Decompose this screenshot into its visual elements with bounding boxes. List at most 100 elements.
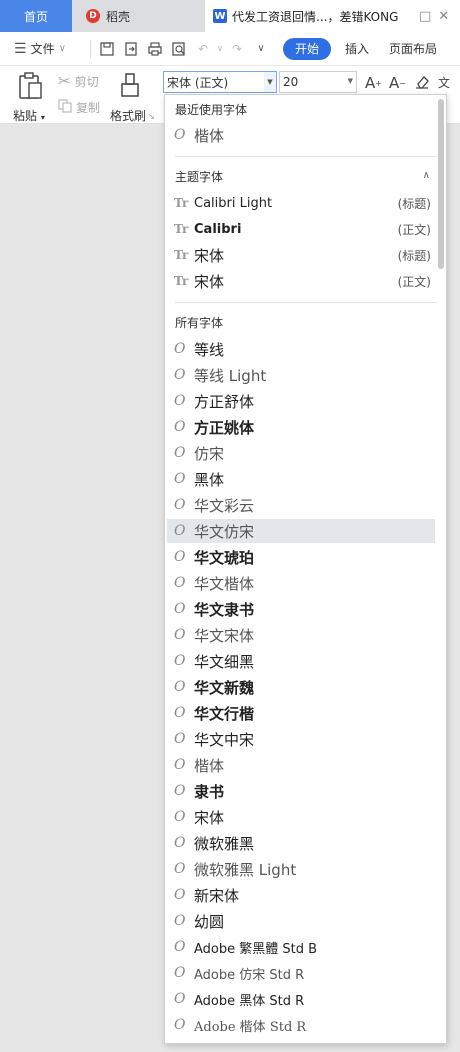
- font-item-label: Adobe 楷体 Std R: [194, 1019, 307, 1035]
- font-item[interactable]: O 微软雅黑: [167, 831, 435, 855]
- tab-docer[interactable]: D 稻壳: [72, 0, 200, 32]
- font-item-label: 新宋体: [194, 886, 240, 905]
- font-item[interactable]: O 楷体: [167, 123, 435, 147]
- font-item[interactable]: O Adobe 黑体 Std R: [167, 987, 435, 1011]
- scrollbar[interactable]: [438, 99, 444, 269]
- phonetic-guide-icon[interactable]: 文: [438, 74, 450, 91]
- font-item[interactable]: O 黑体: [167, 467, 435, 491]
- font-item-label: 华文行楷: [194, 704, 255, 723]
- opentype-icon: O: [174, 393, 186, 409]
- opentype-icon: O: [174, 887, 186, 903]
- theme-font-role: (标题): [397, 248, 431, 263]
- quick-toolbar: ☰ 文件 ∨ ↶ ∨ ↷ ∨ 开始 插入 页面布局: [0, 32, 460, 66]
- font-item[interactable]: O 华文宋体: [167, 623, 435, 647]
- theme-font-role: (标题): [397, 196, 431, 211]
- font-item[interactable]: O Adobe 楷体 Std R: [167, 1013, 435, 1037]
- opentype-icon: O: [174, 757, 186, 773]
- opentype-icon: O: [174, 939, 186, 955]
- font-name-combo[interactable]: 宋体 (正文) ▼: [163, 71, 277, 93]
- font-item[interactable]: O 华文中宋: [167, 727, 435, 751]
- font-item[interactable]: O 微软雅黑 Light: [167, 857, 435, 881]
- font-item[interactable]: O 新宋体: [167, 883, 435, 907]
- tab-document-title: 代发工资退回情...，差错KONG: [232, 9, 399, 24]
- chevron-down-icon[interactable]: ▼: [264, 72, 276, 92]
- theme-font-item[interactable]: Tr Calibri Light (标题): [167, 191, 435, 215]
- file-menu[interactable]: ☰ 文件 ∨: [0, 40, 86, 57]
- more-icon[interactable]: ∨: [249, 37, 273, 61]
- tab-page-layout[interactable]: 页面布局: [389, 40, 437, 57]
- font-item-label: 等线 Light: [194, 366, 267, 385]
- increase-font-icon[interactable]: A +: [365, 74, 382, 92]
- font-item[interactable]: O 楷体: [167, 753, 435, 777]
- font-item[interactable]: O 华文新魏: [167, 675, 435, 699]
- opentype-icon: O: [174, 127, 186, 143]
- font-item[interactable]: O 华文细黑: [167, 649, 435, 673]
- print-icon[interactable]: [143, 37, 167, 61]
- cut-button[interactable]: ✂ 剪切: [58, 72, 99, 90]
- font-item-label: 华文彩云: [194, 496, 255, 515]
- font-item-label: 华文楷体: [194, 574, 255, 593]
- tab-start[interactable]: 开始: [283, 37, 331, 60]
- wps-writer-icon: W: [213, 9, 227, 23]
- font-item-label: Adobe 黑体 Std R: [194, 993, 305, 1009]
- divider: [175, 156, 437, 157]
- chevron-up-icon[interactable]: ∧: [423, 170, 430, 181]
- print-preview-icon[interactable]: [167, 37, 191, 61]
- font-item[interactable]: O 华文仿宋: [167, 519, 435, 543]
- font-item[interactable]: O Adobe 繁黑體 Std B: [167, 935, 435, 959]
- clear-format-icon[interactable]: [414, 74, 430, 90]
- tab-insert[interactable]: 插入: [345, 40, 369, 57]
- theme-font-item[interactable]: Tr 宋体 (标题): [167, 243, 435, 267]
- font-item[interactable]: O 仿宋: [167, 441, 435, 465]
- font-item[interactable]: O 华文楷体: [167, 571, 435, 595]
- restore-icon[interactable]: □: [419, 9, 431, 24]
- chevron-down-icon[interactable]: ∨: [215, 37, 225, 61]
- copy-button[interactable]: 复制: [58, 99, 100, 116]
- truetype-icon: Tr: [174, 274, 189, 288]
- opentype-icon: O: [174, 575, 186, 591]
- font-item[interactable]: O 等线 Light: [167, 363, 435, 387]
- font-item[interactable]: O 幼圆: [167, 909, 435, 933]
- font-item[interactable]: O 华文彩云: [167, 493, 435, 517]
- font-item[interactable]: O 华文琥珀: [167, 545, 435, 569]
- font-item-label: 幼圆: [194, 912, 225, 931]
- font-item[interactable]: O 方正姚体: [167, 415, 435, 439]
- paste-button[interactable]: 粘贴 ▾: [10, 72, 50, 123]
- tab-home[interactable]: 首页: [0, 0, 72, 32]
- font-item[interactable]: O 等线: [167, 337, 435, 361]
- font-item-label: 楷体: [194, 756, 225, 775]
- scissors-icon: ✂: [58, 72, 71, 90]
- font-item-label: Adobe 繁黑體 Std B: [194, 941, 318, 957]
- font-item-label: 微软雅黑 Light: [194, 860, 297, 879]
- redo-icon[interactable]: ↷: [225, 37, 249, 61]
- separator: [90, 39, 91, 58]
- opentype-icon: O: [174, 627, 186, 643]
- recent-fonts-title: 最近使用字体: [175, 103, 248, 117]
- font-item[interactable]: O Adobe 仿宋 Std R: [167, 961, 435, 985]
- theme-font-item[interactable]: Tr Calibri (正文): [167, 217, 435, 241]
- font-name-value: 宋体 (正文): [167, 75, 229, 90]
- font-item-label: 方正舒体: [194, 392, 255, 411]
- theme-font-label: Calibri: [194, 221, 242, 237]
- save-icon[interactable]: [95, 37, 119, 61]
- opentype-icon: O: [174, 419, 186, 435]
- font-item-label: 隶书: [194, 782, 225, 801]
- font-item-label: 华文仿宋: [194, 522, 255, 541]
- dialog-launcher-icon[interactable]: ↘: [148, 112, 155, 121]
- export-icon[interactable]: [119, 37, 143, 61]
- decrease-font-icon[interactable]: A −: [389, 74, 406, 92]
- font-size-combo[interactable]: 20 ▼: [279, 71, 357, 93]
- theme-font-item[interactable]: Tr 宋体 (正文): [167, 269, 435, 293]
- font-item[interactable]: O 宋体: [167, 805, 435, 829]
- tab-document[interactable]: W 代发工资退回情...，差错KONG □ ✕: [205, 0, 460, 32]
- undo-icon[interactable]: ↶: [191, 37, 215, 61]
- font-size-value: 20: [283, 75, 299, 89]
- font-item[interactable]: O 方正舒体: [167, 389, 435, 413]
- chevron-down-icon[interactable]: ▼: [348, 77, 353, 85]
- format-painter-button[interactable]: 格式刷: [110, 72, 150, 123]
- font-item[interactable]: O 华文隶书: [167, 597, 435, 621]
- font-item[interactable]: O 隶书: [167, 779, 435, 803]
- font-item[interactable]: O 华文行楷: [167, 701, 435, 725]
- close-icon[interactable]: ✕: [438, 9, 449, 24]
- tab-docer-label: 稻壳: [106, 9, 131, 24]
